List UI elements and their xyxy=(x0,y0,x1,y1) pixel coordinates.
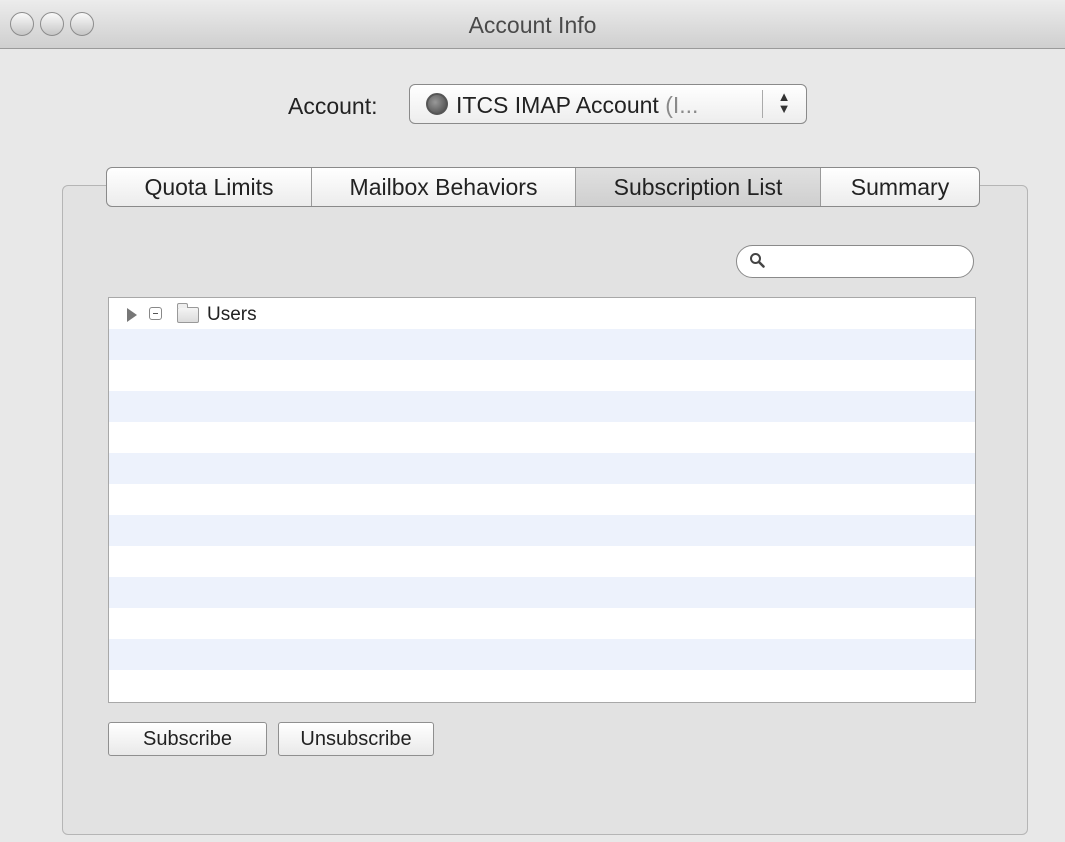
globe-icon xyxy=(426,93,448,115)
search-input[interactable] xyxy=(773,250,967,276)
empty-row xyxy=(109,391,975,422)
window-title: Account Info xyxy=(468,12,597,38)
tab-mailbox-behaviors[interactable]: Mailbox Behaviors xyxy=(312,168,576,206)
popup-divider xyxy=(762,90,763,118)
search-field[interactable] xyxy=(736,245,974,278)
tab-label: Mailbox Behaviors xyxy=(349,174,538,200)
account-selected-value: ITCS IMAP Account (I... xyxy=(456,92,698,119)
empty-row xyxy=(109,639,975,670)
checkbox-icon[interactable] xyxy=(149,307,162,320)
unsubscribe-button[interactable]: Unsubscribe xyxy=(278,722,434,756)
empty-row xyxy=(109,329,975,360)
up-down-arrows-icon: ▲ ▼ xyxy=(777,89,791,116)
account-selected-suffix: (I... xyxy=(658,92,699,118)
empty-row xyxy=(109,360,975,391)
account-selected-main: ITCS IMAP Account xyxy=(456,92,659,118)
tab-subscription-list[interactable]: Subscription List xyxy=(576,168,821,206)
tab-bar: Quota Limits Mailbox Behaviors Subscript… xyxy=(106,167,980,207)
tab-label: Summary xyxy=(850,174,950,200)
empty-row xyxy=(109,422,975,453)
search-icon xyxy=(750,253,765,268)
empty-row xyxy=(109,670,975,701)
empty-row xyxy=(109,453,975,484)
folder-icon xyxy=(177,303,199,323)
empty-row xyxy=(109,608,975,639)
list-item-label: Users xyxy=(207,304,257,325)
disclosure-triangle-icon[interactable] xyxy=(127,308,137,322)
subscribe-button[interactable]: Subscribe xyxy=(108,722,267,756)
empty-row xyxy=(109,484,975,515)
list-item[interactable]: Users xyxy=(109,298,975,329)
empty-row xyxy=(109,577,975,608)
empty-row xyxy=(109,515,975,546)
tab-label: Subscription List xyxy=(613,174,783,200)
mailbox-list[interactable]: Users xyxy=(108,297,976,703)
account-label: Account: xyxy=(288,93,378,119)
title-bar: Account Info xyxy=(0,0,1065,49)
tab-label: Quota Limits xyxy=(144,174,274,200)
tab-summary[interactable]: Summary xyxy=(821,168,979,206)
account-popup[interactable]: ITCS IMAP Account (I... ▲ ▼ xyxy=(409,84,807,124)
empty-row xyxy=(109,546,975,577)
tab-quota-limits[interactable]: Quota Limits xyxy=(107,168,312,206)
